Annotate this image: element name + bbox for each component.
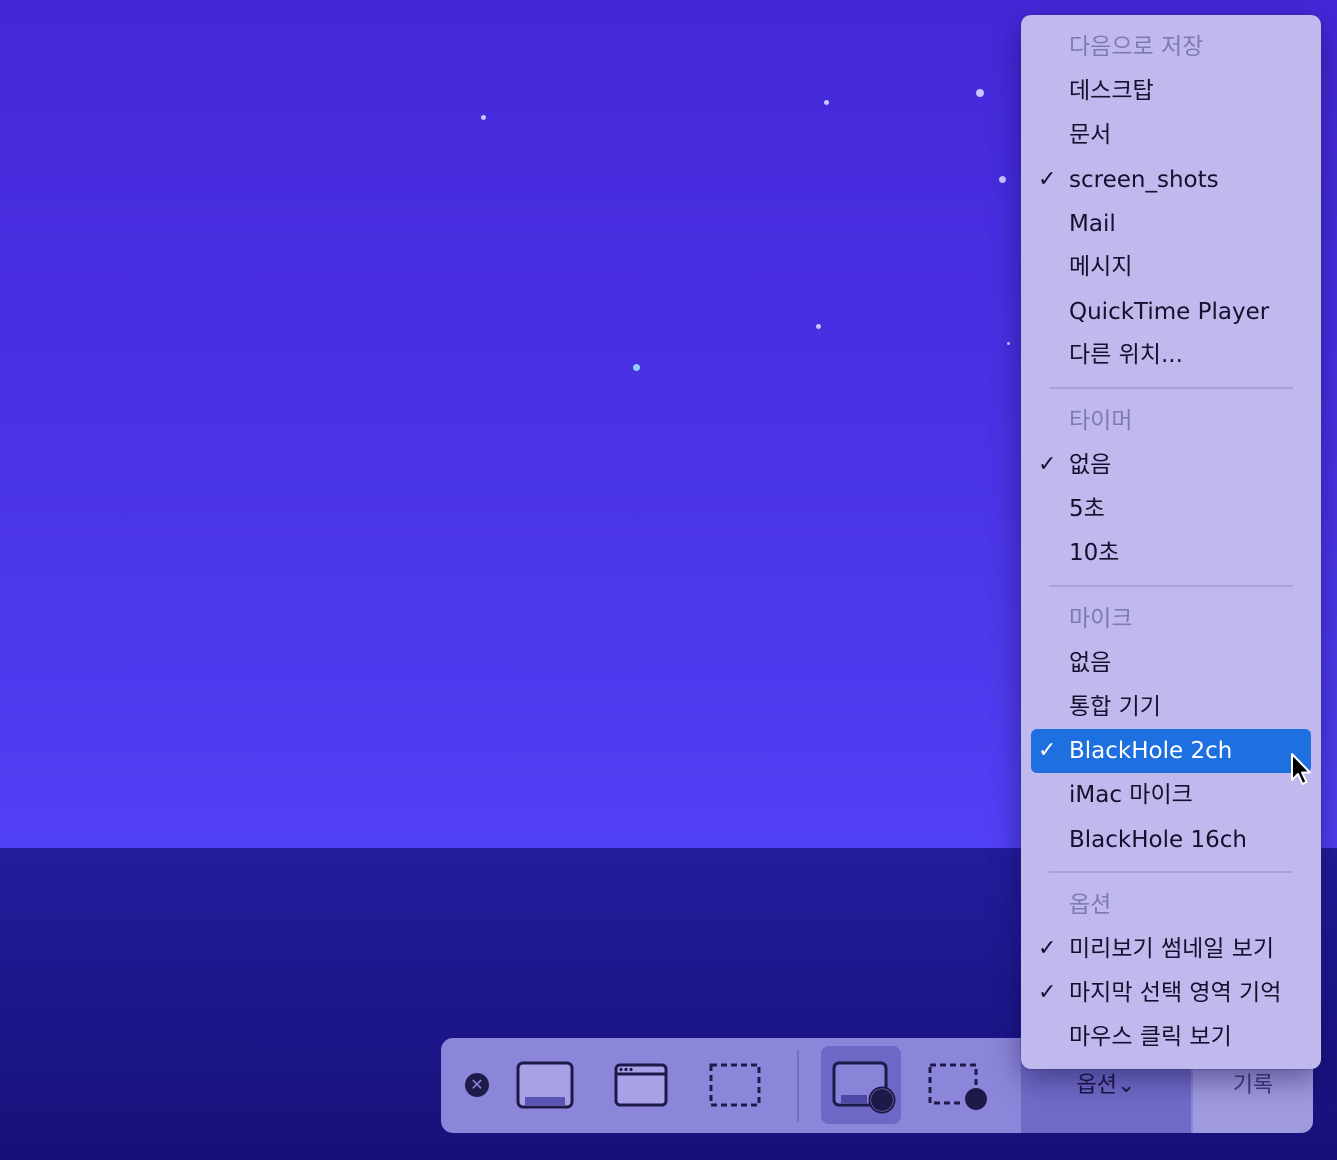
menu-separator bbox=[1049, 871, 1293, 873]
star bbox=[824, 100, 829, 105]
menu-header-options: 옵션 bbox=[1031, 883, 1311, 927]
menu-item-label: 5초 bbox=[1069, 496, 1105, 522]
menu-item-label: 10초 bbox=[1069, 540, 1120, 566]
menu-item-timer-5s[interactable]: 5초 bbox=[1031, 487, 1311, 531]
star bbox=[816, 324, 821, 329]
record-label: 기록 bbox=[1232, 1073, 1274, 1098]
menu-item-label: 메시지 bbox=[1069, 254, 1133, 280]
menu-item-mic-blackhole-16ch[interactable]: BlackHole 16ch bbox=[1031, 818, 1311, 862]
menu-item-label: 통합 기기 bbox=[1069, 694, 1161, 720]
toolbar-divider bbox=[797, 1050, 799, 1122]
menu-item-timer-10s[interactable]: 10초 bbox=[1031, 531, 1311, 575]
menu-item-label: BlackHole 16ch bbox=[1069, 827, 1247, 853]
menu-separator bbox=[1049, 387, 1293, 389]
menu-item-messages[interactable]: 메시지 bbox=[1031, 245, 1311, 289]
menu-item-label: 데스크탑 bbox=[1069, 78, 1154, 104]
menu-item-label: 문서 bbox=[1069, 122, 1112, 148]
menu-item-mic-blackhole-2ch[interactable]: ✓ BlackHole 2ch bbox=[1031, 729, 1311, 773]
checkmark-icon: ✓ bbox=[1038, 936, 1057, 961]
menu-item-label: 없음 bbox=[1069, 650, 1112, 676]
record-entire-screen-button[interactable] bbox=[821, 1046, 901, 1124]
menu-header-save-to: 다음으로 저장 bbox=[1031, 25, 1311, 69]
star bbox=[1007, 342, 1010, 345]
menu-header-label: 옵션 bbox=[1069, 892, 1112, 918]
capture-selected-window-button[interactable] bbox=[601, 1046, 681, 1124]
star bbox=[999, 176, 1006, 183]
checkmark-icon: ✓ bbox=[1038, 738, 1057, 763]
menu-item-label: screen_shots bbox=[1069, 167, 1219, 193]
menu-header-timer: 타이머 bbox=[1031, 399, 1311, 443]
menu-item-mic-none[interactable]: 없음 bbox=[1031, 641, 1311, 685]
checkmark-icon: ✓ bbox=[1038, 167, 1057, 192]
close-circle-icon[interactable]: ✕ bbox=[465, 1073, 489, 1097]
menu-item-show-mouse-clicks[interactable]: 마우스 클릭 보기 bbox=[1031, 1015, 1311, 1059]
entire-screen-icon bbox=[516, 1061, 574, 1109]
star bbox=[976, 89, 984, 97]
capture-selected-portion-button[interactable] bbox=[695, 1046, 775, 1124]
menu-item-mic-built-in[interactable]: 통합 기기 bbox=[1031, 685, 1311, 729]
menu-item-label: 다른 위치... bbox=[1069, 342, 1183, 368]
star bbox=[481, 115, 486, 120]
record-selected-portion-button[interactable] bbox=[917, 1046, 997, 1124]
checkmark-icon: ✓ bbox=[1038, 452, 1057, 477]
menu-item-other-location[interactable]: 다른 위치... bbox=[1031, 333, 1311, 377]
menu-item-timer-none[interactable]: ✓ 없음 bbox=[1031, 443, 1311, 487]
checkmark-icon: ✓ bbox=[1038, 980, 1057, 1005]
menu-item-label: 마우스 클릭 보기 bbox=[1069, 1024, 1232, 1050]
menu-item-desktop[interactable]: 데스크탑 bbox=[1031, 69, 1311, 113]
menu-header-label: 마이크 bbox=[1069, 606, 1133, 632]
options-menu: 다음으로 저장 데스크탑 문서 ✓ screen_shots Mail 메시지 … bbox=[1021, 15, 1321, 1069]
dashed-selection-icon bbox=[709, 1063, 761, 1107]
menu-item-label: 마지막 선택 영역 기억 bbox=[1069, 980, 1282, 1006]
menu-header-label: 다음으로 저장 bbox=[1069, 34, 1204, 60]
menu-item-show-thumbnail[interactable]: ✓ 미리보기 썸네일 보기 bbox=[1031, 927, 1311, 971]
menu-header-label: 타이머 bbox=[1069, 408, 1133, 434]
menu-item-label: QuickTime Player bbox=[1069, 299, 1270, 325]
menu-header-microphone: 마이크 bbox=[1031, 597, 1311, 641]
menu-item-quicktime-player[interactable]: QuickTime Player bbox=[1031, 290, 1311, 334]
window-icon bbox=[614, 1063, 668, 1107]
menu-item-label: BlackHole 2ch bbox=[1069, 738, 1233, 764]
options-label: 옵션 bbox=[1076, 1073, 1118, 1098]
mouse-pointer-icon bbox=[1291, 753, 1311, 785]
menu-item-screen-shots[interactable]: ✓ screen_shots bbox=[1031, 158, 1311, 202]
menu-item-mail[interactable]: Mail bbox=[1031, 202, 1311, 246]
menu-item-label: 미리보기 썸네일 보기 bbox=[1069, 936, 1275, 962]
menu-item-documents[interactable]: 문서 bbox=[1031, 113, 1311, 157]
record-selection-icon bbox=[928, 1063, 989, 1112]
menu-item-label: iMac 마이크 bbox=[1069, 782, 1193, 808]
capture-entire-screen-button[interactable] bbox=[505, 1046, 585, 1124]
menu-item-label: Mail bbox=[1069, 211, 1116, 237]
menu-separator bbox=[1049, 585, 1293, 587]
star bbox=[633, 364, 640, 371]
menu-item-remember-selection[interactable]: ✓ 마지막 선택 영역 기억 bbox=[1031, 971, 1311, 1015]
chevron-down-icon: ⌄ bbox=[1117, 1073, 1136, 1098]
menu-item-label: 없음 bbox=[1069, 452, 1112, 478]
record-screen-icon bbox=[832, 1061, 896, 1114]
menu-item-mic-imac[interactable]: iMac 마이크 bbox=[1031, 773, 1311, 817]
